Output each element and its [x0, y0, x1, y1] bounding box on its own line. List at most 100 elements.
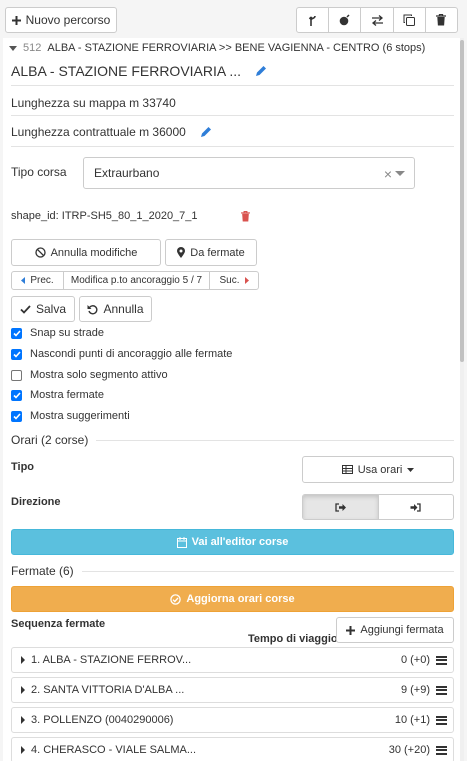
- checkbox[interactable]: [11, 348, 22, 360]
- caret-down-icon: [407, 467, 415, 472]
- stop-time: 0 (+0): [400, 654, 430, 666]
- anchor-point-navigator: Prec. Modifica p.to ancoraggio 5 / 7 Suc…: [11, 271, 259, 290]
- drag-handle-icon[interactable]: [436, 715, 447, 725]
- anchor-status: Modifica p.to ancoraggio 5 / 7: [64, 272, 210, 289]
- fork-route-button[interactable]: [297, 8, 330, 32]
- route-tools-group: [296, 7, 458, 33]
- edit-title-pencil-icon[interactable]: [255, 65, 267, 77]
- bomb-button[interactable]: [329, 8, 362, 32]
- caret-left-icon: [21, 277, 26, 284]
- clear-icon[interactable]: ×: [384, 166, 392, 182]
- undo-changes-button[interactable]: Annulla modifiche: [11, 239, 161, 266]
- divider: [11, 115, 454, 116]
- drag-handle-icon[interactable]: [436, 745, 447, 755]
- update-trip-schedules-button[interactable]: Aggiorna orari corse: [11, 586, 454, 612]
- from-stops-button[interactable]: Da fermate: [165, 239, 257, 266]
- direction-outbound-button[interactable]: [303, 495, 379, 519]
- stop-name: 1. ALBA - STAZIONE FERROV...: [31, 654, 192, 666]
- prev-anchor-button[interactable]: Prec.: [12, 272, 64, 289]
- route-header[interactable]: 512 ALBA - STAZIONE FERROVIARIA >> BENE …: [9, 42, 425, 54]
- drag-handle-icon[interactable]: [436, 655, 447, 665]
- next-anchor-button[interactable]: Suc.: [210, 272, 258, 289]
- new-route-button[interactable]: Nuovo percorso: [5, 7, 117, 33]
- travel-time-label: Tempo di viaggio: [248, 633, 338, 645]
- option-hide-anchors[interactable]: Nascondi punti di ancoraggio alle fermat…: [11, 348, 232, 360]
- option-active-segment[interactable]: Mostra solo segmento attivo: [11, 369, 168, 381]
- divider: [11, 85, 454, 86]
- edit-length-pencil-icon[interactable]: [200, 126, 212, 138]
- stops-section-header: Fermate (6): [11, 564, 454, 578]
- direction-label: Direzione: [11, 496, 61, 508]
- add-stop-label: Aggiungi fermata: [360, 624, 444, 636]
- use-schedules-label: Usa orari: [357, 463, 403, 476]
- caret-right-icon: [21, 686, 25, 694]
- option-label: Nascondi punti di ancoraggio alle fermat…: [30, 348, 233, 360]
- trip-editor-button[interactable]: Vai all'editor corse: [11, 529, 454, 555]
- checkbox[interactable]: [11, 410, 22, 422]
- save-button[interactable]: Salva: [11, 296, 75, 322]
- stop-name: 2. SANTA VITTORIA D'ALBA ...: [31, 684, 185, 696]
- calendar-icon: [176, 536, 187, 548]
- check-icon: [12, 412, 21, 420]
- stop-item[interactable]: 1. ALBA - STAZIONE FERROV... 0 (+0): [11, 647, 454, 673]
- trash-icon: [436, 14, 447, 26]
- top-toolbar: Nuovo percorso: [0, 0, 467, 38]
- caret-right-icon: [21, 746, 25, 754]
- bomb-icon: [339, 14, 350, 26]
- scrollbar-thumb[interactable]: [460, 40, 464, 362]
- stop-item[interactable]: 3. POLLENZO (0040290006) 10 (+1): [11, 707, 454, 733]
- direction-return-button[interactable]: [379, 495, 454, 519]
- stop-time: 30 (+20): [388, 744, 430, 756]
- checkbox[interactable]: [11, 369, 22, 381]
- schedules-title: Orari (2 corse): [11, 433, 89, 447]
- divider: [96, 439, 454, 441]
- plus-icon: [11, 15, 21, 25]
- copy-icon: [403, 14, 416, 26]
- panel-scrollbar[interactable]: [460, 38, 464, 761]
- option-show-stops[interactable]: Mostra fermate: [11, 389, 104, 401]
- option-label: Mostra solo segmento attivo: [30, 369, 168, 381]
- option-label: Mostra fermate: [30, 389, 104, 401]
- option-snap[interactable]: Snap su strade: [11, 327, 104, 339]
- schedules-section-header: Orari (2 corse): [11, 433, 454, 447]
- trip-type-value: Extraurbano: [94, 166, 160, 180]
- copy-button[interactable]: [394, 8, 426, 32]
- delete-route-button[interactable]: [426, 8, 457, 32]
- table-icon: [341, 465, 353, 474]
- undo-icon: [87, 304, 98, 314]
- option-label: Mostra suggerimenti: [30, 410, 130, 422]
- option-show-suggestions[interactable]: Mostra suggerimenti: [11, 410, 130, 422]
- trip-type-select[interactable]: Extraurbano ×: [83, 157, 415, 189]
- trip-type-label: Tipo corsa: [11, 165, 67, 179]
- checkbox[interactable]: [11, 389, 22, 401]
- check-icon: [12, 350, 21, 358]
- route-header-text: ALBA - STAZIONE FERROVIARIA >> BENE VAGI…: [47, 42, 426, 54]
- use-schedules-dropdown[interactable]: Usa orari: [302, 456, 454, 483]
- route-title: ALBA - STAZIONE FERROVIARIA ...: [11, 63, 242, 79]
- caret-right-icon: [21, 656, 25, 664]
- delete-shape-trash-icon[interactable]: [241, 211, 250, 222]
- cancel-label: Annulla: [103, 302, 144, 316]
- stops-title: Fermate (6): [11, 564, 74, 578]
- route-number: 512: [23, 42, 42, 54]
- sign-in-icon: [410, 502, 421, 512]
- sign-out-icon: [335, 502, 346, 512]
- cancel-button[interactable]: Annulla: [79, 296, 152, 322]
- next-label: Suc.: [219, 275, 240, 286]
- stop-item[interactable]: 4. CHERASCO - VIALE SALMA... 30 (+20): [11, 737, 454, 761]
- swap-button[interactable]: [361, 8, 394, 32]
- trip-editor-label: Vai all'editor corse: [191, 536, 289, 548]
- prev-label: Prec.: [30, 275, 54, 286]
- direction-toggle: [302, 494, 454, 520]
- undo-changes-label: Annulla modifiche: [50, 246, 138, 259]
- add-stop-button[interactable]: Aggiungi fermata: [336, 617, 454, 643]
- swap-icon: [371, 14, 383, 26]
- chevron-down-icon: [395, 171, 405, 176]
- route-title-row: ALBA - STAZIONE FERROVIARIA ...: [11, 63, 267, 79]
- stop-item[interactable]: 2. SANTA VITTORIA D'ALBA ... 9 (+9): [11, 677, 454, 703]
- fork-icon: [308, 15, 316, 26]
- checkbox[interactable]: [11, 327, 22, 339]
- drag-handle-icon[interactable]: [436, 685, 447, 695]
- check-circle-icon: [170, 593, 182, 605]
- new-route-label: Nuovo percorso: [25, 13, 111, 27]
